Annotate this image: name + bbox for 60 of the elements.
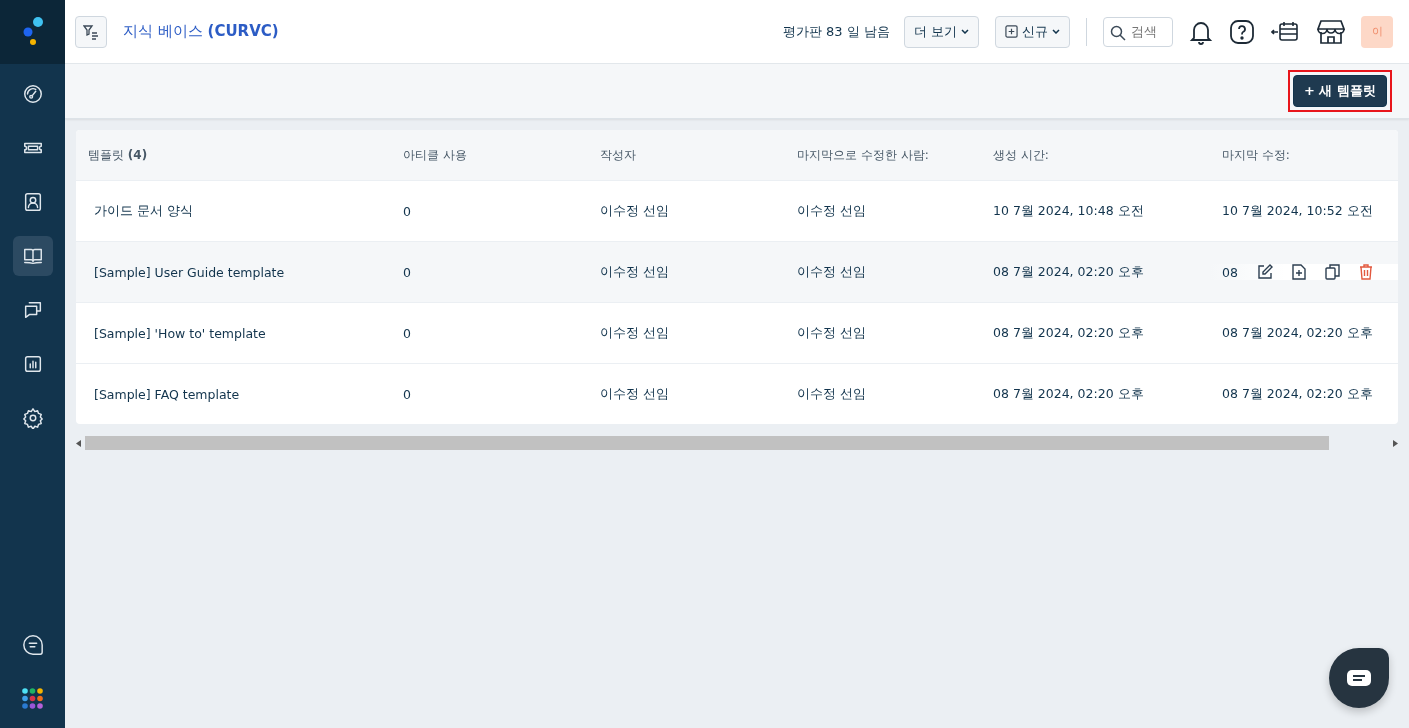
copy-icon[interactable] bbox=[1324, 264, 1340, 280]
new-dropdown[interactable]: 신규 bbox=[995, 15, 1070, 48]
page-title: 지식 베이스 (CURVC) bbox=[123, 22, 279, 41]
column-header[interactable]: 마지막으로 수정한 사람: bbox=[785, 146, 981, 164]
scroll-right-icon[interactable] bbox=[1393, 439, 1398, 447]
horizontal-scrollbar[interactable] bbox=[76, 436, 1398, 450]
column-header[interactable]: 아티클 사용 bbox=[391, 146, 588, 164]
app-grid-icon[interactable] bbox=[21, 688, 44, 710]
table-cell[interactable]: [Sample] FAQ template bbox=[76, 386, 391, 402]
help-icon[interactable] bbox=[1229, 18, 1255, 45]
table-cell-text: 0 bbox=[402, 386, 412, 402]
column-header[interactable]: 작성자 bbox=[588, 146, 785, 164]
table-cell-text: 10 7월 2024, 10:48 오전 bbox=[992, 202, 1145, 220]
table-cell-text: 이수정 선임 bbox=[796, 263, 867, 281]
table-cell-text: 이수정 선임 bbox=[599, 385, 670, 403]
filter-icon bbox=[83, 23, 99, 40]
add-file-icon[interactable] bbox=[1291, 264, 1306, 280]
table-cell: 08 bbox=[1222, 264, 1238, 280]
message-icon bbox=[1346, 668, 1372, 688]
table-row[interactable]: [Sample] 'How to' template 0 이수정 선임 이수정 선임 08 7월 2024, 02:20 오후 08 7월 2024, 02:20 오후 bbox=[76, 302, 1398, 363]
new-template-button[interactable]: + 새 템플릿 bbox=[1293, 75, 1387, 107]
table-cell-text: 08 7월 2024, 02:20 오후 bbox=[1221, 385, 1374, 403]
more-dropdown[interactable]: 더 보기 bbox=[903, 15, 979, 48]
column-header[interactable]: 마지막 수정: bbox=[1210, 146, 1398, 164]
chat-launcher-button[interactable] bbox=[1329, 648, 1389, 708]
settings-icon bbox=[21, 407, 44, 429]
table-row[interactable]: [Sample] User Guide template 0 이수정 선임 이수정 선임 08 7월 2024, 02:20 오후 08 bbox=[76, 241, 1398, 302]
table-cell[interactable]: [Sample] User Guide template bbox=[76, 264, 391, 280]
sidebar-item[interactable] bbox=[12, 236, 53, 276]
table-cell-text: 08 7월 2024, 02:20 오후 bbox=[992, 324, 1145, 342]
column-header[interactable]: 생성 시간: bbox=[981, 146, 1210, 164]
plus-square-icon bbox=[1005, 25, 1018, 38]
table-cell-text: 0 bbox=[402, 325, 412, 341]
trash-icon[interactable] bbox=[1358, 264, 1373, 280]
scroll-left-icon[interactable] bbox=[76, 439, 81, 447]
table-cell-text: 이수정 선임 bbox=[796, 202, 867, 220]
table-cell-text: 이수정 선임 bbox=[796, 324, 867, 342]
table-cell-text: 이수정 선임 bbox=[599, 202, 670, 220]
search-field[interactable]: 검색 bbox=[1103, 16, 1173, 47]
column-header[interactable]: 템플릿 (4) bbox=[76, 146, 391, 164]
gauge-icon bbox=[21, 83, 44, 105]
trial-notice: 평가판 83 일 남음 bbox=[782, 22, 890, 41]
table-row[interactable]: [Sample] FAQ template 0 이수정 선임 이수정 선임 08 7월 2024, 02:20 오후 08 7월 2024, 02:20 오후 bbox=[76, 363, 1398, 424]
table-cell-text: 08 7월 2024, 02:20 오후 bbox=[1221, 324, 1374, 342]
table-cell-text: 0 bbox=[402, 203, 412, 219]
table-cell-text: 0 bbox=[402, 264, 412, 280]
caret-icon bbox=[961, 29, 969, 34]
table-cell-text: 이수정 선임 bbox=[599, 324, 670, 342]
chat-bubble-icon[interactable] bbox=[21, 634, 44, 656]
store-icon[interactable] bbox=[1317, 17, 1345, 46]
table-cell-text: 08 7월 2024, 02:20 오후 bbox=[992, 385, 1145, 403]
filter-button[interactable] bbox=[75, 15, 107, 48]
table-cell[interactable]: 가이드 문서 양식 bbox=[76, 202, 391, 220]
table-cell-text: 이수정 선임 bbox=[599, 263, 670, 281]
edit-icon[interactable] bbox=[1256, 264, 1273, 280]
table-cell[interactable]: [Sample] 'How to' template bbox=[76, 325, 391, 341]
caret-icon bbox=[1052, 29, 1060, 34]
table-cell-text: 이수정 선임 bbox=[796, 385, 867, 403]
table-cell-text: 10 7월 2024, 10:52 오전 bbox=[1221, 202, 1374, 220]
table-cell-text: 08 7월 2024, 02:20 오후 bbox=[992, 263, 1145, 281]
